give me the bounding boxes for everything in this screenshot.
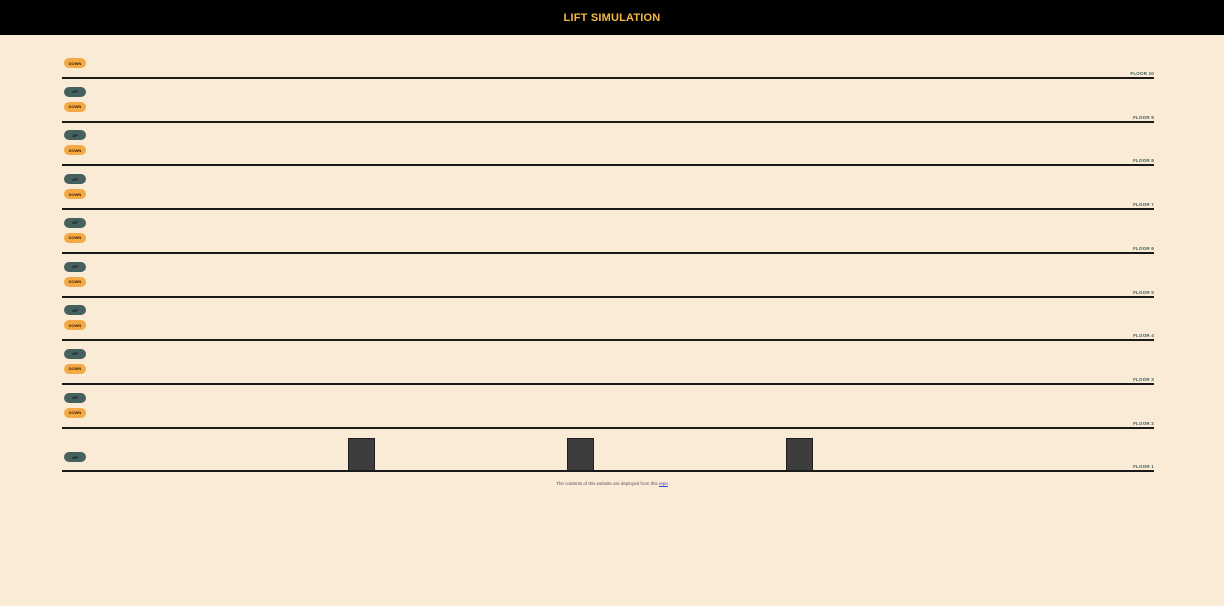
down-button[interactable]: DOWN xyxy=(64,363,86,374)
floor-label: FLOOR 3 xyxy=(1133,376,1154,382)
floor-row: UP DOWN FLOOR 8 xyxy=(62,122,1154,167)
down-button[interactable]: DOWN xyxy=(64,189,86,200)
down-button[interactable]: DOWN xyxy=(64,407,86,418)
floor-row: UP DOWN FLOOR 9 xyxy=(62,79,1154,123)
up-button[interactable]: UP xyxy=(64,174,86,185)
floor-row: UP FLOOR 1 xyxy=(62,428,1154,473)
floor-row: UP DOWN FLOOR 6 xyxy=(62,210,1154,254)
repo-link[interactable]: repo xyxy=(659,481,668,486)
up-button[interactable]: UP xyxy=(64,452,86,463)
floor-row: UP DOWN FLOOR 4 xyxy=(62,297,1154,342)
footer: The contents of this website are deploye… xyxy=(0,481,1224,486)
up-button[interactable]: UP xyxy=(64,392,86,403)
down-button[interactable]: DOWN xyxy=(64,276,86,287)
up-button[interactable]: UP xyxy=(64,130,86,141)
footer-text: The contents of this website are deploye… xyxy=(556,481,658,486)
down-button[interactable]: DOWN xyxy=(64,101,86,112)
floor-row: UP DOWN FLOOR 3 xyxy=(62,341,1154,385)
up-button[interactable]: UP xyxy=(64,348,86,359)
page-title: LIFT SIMULATION xyxy=(563,11,661,24)
down-button[interactable]: DOWN xyxy=(64,232,86,243)
floor-label: FLOOR 6 xyxy=(1133,245,1154,251)
lift-car xyxy=(567,437,594,471)
lift-car xyxy=(348,437,375,471)
floor-label: FLOOR 5 xyxy=(1133,289,1154,295)
floor-label: FLOOR 9 xyxy=(1133,114,1154,120)
floor-label: FLOOR 8 xyxy=(1133,158,1154,164)
up-button[interactable]: UP xyxy=(64,305,86,316)
up-button[interactable]: UP xyxy=(64,261,86,272)
down-button[interactable]: DOWN xyxy=(64,58,86,68)
floor-row: UP DOWN FLOOR 7 xyxy=(62,166,1154,211)
floor-label: FLOOR 2 xyxy=(1133,420,1154,426)
floor-divider xyxy=(62,470,1154,473)
up-button[interactable]: UP xyxy=(64,217,86,228)
floor-label: FLOOR 4 xyxy=(1133,333,1154,339)
floor-row: DOWN FLOOR 10 xyxy=(62,35,1154,79)
floor-label: FLOOR 1 xyxy=(1133,464,1154,470)
app-header: LIFT SIMULATION xyxy=(0,0,1224,35)
lift-car xyxy=(786,437,813,471)
floor-label: FLOOR 10 xyxy=(1130,71,1154,76)
down-button[interactable]: DOWN xyxy=(64,320,86,331)
up-button[interactable]: UP xyxy=(64,86,86,97)
floor-label: FLOOR 7 xyxy=(1133,202,1154,208)
floor-row: UP DOWN FLOOR 2 xyxy=(62,385,1154,429)
floor-row: UP DOWN FLOOR 5 xyxy=(62,254,1154,298)
down-button[interactable]: DOWN xyxy=(64,145,86,156)
